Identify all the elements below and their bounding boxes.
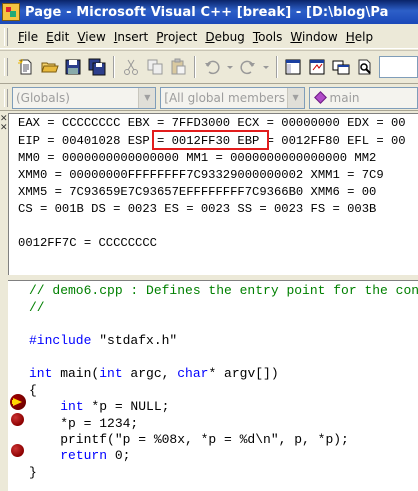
code-token: 0;	[107, 448, 131, 463]
esp-highlight-box	[152, 130, 269, 150]
menu-tools[interactable]: Tools	[249, 30, 287, 44]
source-line[interactable]: return 0;	[29, 448, 130, 463]
comment-token: // demo6.cpp : Defines the entry point f…	[29, 283, 418, 298]
open-folder-icon[interactable]	[39, 56, 61, 78]
paste-icon[interactable]	[167, 56, 189, 78]
current-instruction-arrow-icon	[10, 394, 26, 410]
chevron-down-icon[interactable]: ▼	[286, 87, 304, 108]
toolbar-separator	[275, 56, 278, 78]
register-line: MM0 = 0000000000000000 MM1 = 00000000000…	[18, 151, 377, 165]
filter-combo[interactable]: [All global members ▼	[160, 86, 305, 109]
register-line: EAX = CCCCCCCC EBX = 7FFD3000 ECX = 0000…	[18, 116, 406, 130]
keyword-token: int	[99, 366, 123, 381]
redo-dropdown-icon[interactable]	[261, 56, 271, 78]
breakpoint-icon[interactable]	[11, 413, 24, 426]
title-bar[interactable]: Page - Microsoft Visual C++ [break] - [D…	[0, 0, 418, 24]
keyword-token: int	[60, 399, 84, 414]
keyword-token: return	[60, 448, 108, 463]
code-token: main(	[52, 366, 100, 381]
code-token: {	[29, 383, 37, 398]
code-token: * argv[])	[208, 366, 279, 381]
app-icon[interactable]	[2, 3, 20, 21]
wizard-bar: (Globals) ▼ [All global members ▼ main	[0, 85, 418, 111]
find-combo[interactable]	[378, 56, 418, 78]
source-line[interactable]: int *p = NULL;	[29, 399, 169, 414]
new-text-file-icon[interactable]	[15, 56, 37, 78]
code-token: argc,	[122, 366, 178, 381]
toolbar-separator	[112, 56, 115, 78]
menu-window[interactable]: Window	[286, 30, 341, 44]
workspace-icon[interactable]	[283, 56, 305, 78]
source-line[interactable]: // demo6.cpp : Defines the entry point f…	[29, 283, 418, 298]
class-combo[interactable]: (Globals) ▼	[11, 86, 157, 109]
undo-icon[interactable]	[201, 56, 223, 78]
wizardbar-grip[interactable]	[4, 88, 8, 107]
register-line: XMM0 = 00000000FFFFFFFF7C93329000000002 …	[18, 168, 384, 182]
registers-pane-close-icon[interactable]: ✕ ✕	[0, 114, 8, 132]
window-title: Page - Microsoft Visual C++ [break] - [D…	[25, 4, 389, 20]
chevron-down-icon[interactable]: ▼	[138, 87, 156, 108]
menu-insert[interactable]: Insert	[110, 30, 152, 44]
standard-toolbar	[0, 50, 418, 84]
code-token: printf("p = %08x, *p = %d\n", p, *p);	[29, 432, 349, 447]
save-icon[interactable]	[62, 56, 84, 78]
register-line: CS = 001B DS = 0023 ES = 0023 SS = 0023 …	[18, 202, 377, 216]
source-line[interactable]: }	[29, 465, 37, 480]
member-combo[interactable]: main	[308, 86, 418, 109]
undo-dropdown-icon[interactable]	[225, 56, 235, 78]
source-line[interactable]: int main(int argc, char* argv[])	[29, 366, 279, 381]
toolbar-grip[interactable]	[4, 58, 8, 76]
breakpoint-margin[interactable]	[8, 281, 26, 491]
comment-token: //	[29, 300, 45, 315]
source-line[interactable]: //	[29, 300, 45, 315]
code-token: "stdafx.h"	[91, 333, 178, 348]
menu-debug[interactable]: Debug	[201, 30, 248, 44]
save-all-icon[interactable]	[86, 56, 108, 78]
code-token: *p = NULL;	[83, 399, 170, 414]
code-token: }	[29, 465, 37, 480]
breakpoint-icon[interactable]	[11, 444, 24, 457]
menu-file[interactable]: File	[14, 30, 42, 44]
find-in-files-icon[interactable]	[354, 56, 376, 78]
redo-icon[interactable]	[237, 56, 259, 78]
filter-combo-value: [All global members	[164, 90, 285, 105]
menu-edit[interactable]: Edit	[42, 30, 73, 44]
window-list-icon[interactable]	[330, 56, 352, 78]
cut-icon[interactable]	[120, 56, 142, 78]
menu-view[interactable]: View	[73, 30, 109, 44]
menu-bar: File Edit View Insert Project Debug Tool…	[0, 25, 418, 49]
source-line[interactable]: *p = 1234;	[29, 416, 138, 431]
output-icon[interactable]	[306, 56, 328, 78]
function-diamond-icon	[313, 91, 327, 104]
registers-pane-frame[interactable]	[0, 112, 8, 277]
source-line[interactable]: #include "stdafx.h"	[29, 333, 177, 348]
register-line: XMM5 = 7C93659E7C93657EFFFFFFFF7C9366B0 …	[18, 185, 377, 199]
source-line[interactable]: printf("p = %08x, *p = %d\n", p, *p);	[29, 432, 349, 447]
source-line[interactable]: {	[29, 383, 37, 398]
code-token: *p = 1234;	[29, 416, 139, 431]
class-combo-value: (Globals)	[15, 90, 70, 105]
register-line: 0012FF7C = CCCCCCCC	[18, 236, 157, 250]
member-combo-value: main	[329, 90, 360, 105]
keyword-token: #include	[29, 333, 92, 348]
keyword-token: char	[177, 366, 209, 381]
menu-help[interactable]: Help	[342, 30, 377, 44]
keyword-token: int	[29, 366, 53, 381]
menu-project[interactable]: Project	[152, 30, 201, 44]
toolbar-separator	[194, 56, 197, 78]
copy-icon[interactable]	[144, 56, 166, 78]
source-pane-frame[interactable]	[0, 278, 8, 491]
menubar-grip[interactable]	[4, 27, 8, 46]
